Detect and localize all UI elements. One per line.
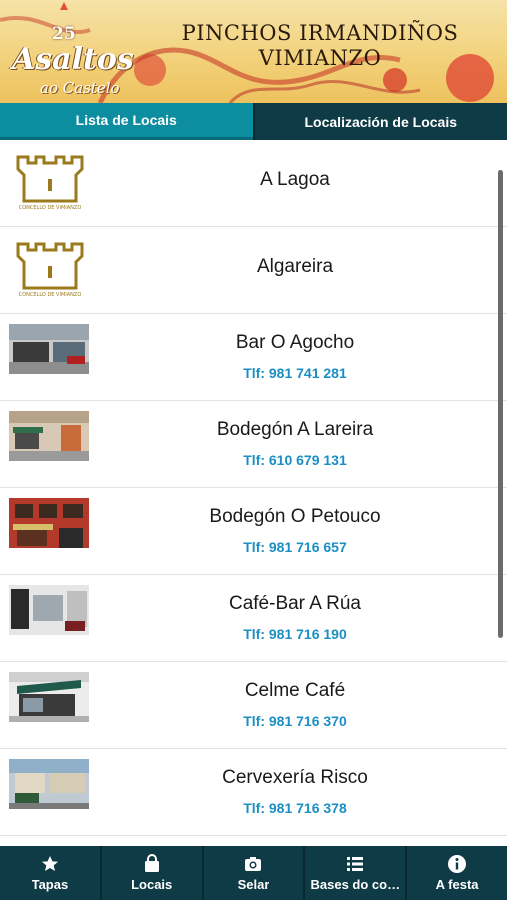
list-item-bar-o-agocho[interactable]: Bar O Agocho Tlf: 981 741 281: [0, 315, 507, 401]
locale-name: Bodegón A Lareira: [216, 419, 374, 440]
banner-title-line-1: PINCHOS IRMANDIÑOS: [181, 21, 459, 45]
storefront-photo-icon: [9, 759, 89, 809]
storefront-photo-icon: [9, 672, 89, 722]
logo-anniversary-number: 25: [52, 24, 76, 44]
tab-lista-de-locais[interactable]: Lista de Locais: [0, 103, 253, 140]
list-icon: [347, 857, 364, 871]
svg-text:CONCELLO DE VIMIANZO: CONCELLO DE VIMIANZO: [19, 292, 82, 298]
star-icon: [41, 856, 58, 871]
locale-phone[interactable]: Tlf: 981 716 657: [90, 539, 500, 555]
locale-phone[interactable]: Tlf: 610 679 131: [90, 452, 500, 468]
banner-title: PINCHOS IRMANDIÑOS VIMIANZO: [170, 21, 470, 71]
locale-phone[interactable]: Tlf: 981 716 190: [90, 626, 500, 642]
logo-title: Asaltos: [12, 42, 134, 77]
list-item-cervexeria-risco[interactable]: Cervexería Risco Tlf: 981 716 378: [0, 750, 507, 836]
list-item-bodegon-o-petouco[interactable]: Bodegón O Petouco Tlf: 981 716 657: [0, 489, 507, 575]
concello-logo-icon: CONCELLO DE VIMIANZO: [16, 242, 84, 298]
list-item-partial[interactable]: [0, 837, 507, 846]
nav-label: A festa: [435, 877, 479, 892]
list-item-celme-cafe[interactable]: Celme Café Tlf: 981 716 370: [0, 663, 507, 749]
camera-icon: [245, 857, 262, 871]
tab-localizacion-de-locais[interactable]: Localización de Locais: [252, 103, 507, 140]
header-banner: 25 Asaltos ao Castelo PINCHOS IRMANDIÑOS…: [0, 0, 507, 103]
nav-label: Tapas: [31, 877, 69, 892]
svg-text:CONCELLO DE VIMIANZO: CONCELLO DE VIMIANZO: [19, 205, 82, 211]
list-item-bodegon-a-lareira[interactable]: Bodegón A Lareira Tlf: 610 679 131: [0, 402, 507, 488]
nav-bases-do-concurso[interactable]: Bases do co…: [305, 846, 408, 900]
storefront-photo-icon: [9, 411, 89, 461]
bag-icon: [144, 854, 159, 872]
nav-a-festa[interactable]: A festa: [407, 846, 507, 900]
list-item-algareira[interactable]: CONCELLO DE VIMIANZO Algareira: [0, 228, 507, 314]
list-item-cafe-bar-a-rua[interactable]: Café-Bar A Rúa Tlf: 981 716 190: [0, 576, 507, 662]
banner-title-line-2: VIMIANZO: [258, 46, 382, 70]
locale-phone[interactable]: Tlf: 981 716 370: [90, 713, 500, 729]
nav-locais[interactable]: Locais: [102, 846, 204, 900]
info-icon: [448, 855, 467, 873]
view-tabs: Lista de Locais Localización de Locais: [0, 103, 507, 140]
nav-label: Bases do co…: [310, 877, 401, 892]
locale-name: Celme Café: [244, 680, 346, 701]
storefront-photo-icon: [9, 324, 89, 374]
nav-label: Selar: [237, 877, 270, 892]
nav-label: Locais: [131, 877, 173, 892]
logo-subtitle: ao Castelo: [40, 79, 120, 97]
locale-phone[interactable]: Tlf: 981 741 281: [90, 365, 500, 381]
list-item-a-lagoa[interactable]: CONCELLO DE VIMIANZO A Lagoa: [0, 141, 507, 227]
bottom-navigation: Tapas Locais Selar Bases do co… A festa: [0, 846, 507, 900]
nav-selar[interactable]: Selar: [204, 846, 306, 900]
locale-name: A Lagoa: [260, 169, 330, 190]
locale-name: Cervexería Risco: [222, 767, 368, 788]
storefront-photo-icon: [9, 585, 89, 635]
locale-name: Bodegón O Petouco: [209, 506, 381, 527]
locale-name: Bar O Agocho: [235, 332, 355, 353]
concello-logo-icon: CONCELLO DE VIMIANZO: [16, 155, 84, 211]
list-scrollbar[interactable]: [498, 170, 503, 638]
locales-list[interactable]: CONCELLO DE VIMIANZO A Lagoa CONCELLO DE…: [0, 141, 507, 846]
locale-phone[interactable]: Tlf: 981 716 378: [90, 800, 500, 816]
storefront-photo-icon: [9, 498, 89, 548]
locale-name: Café-Bar A Rúa: [228, 593, 362, 614]
locale-name: Algareira: [256, 256, 334, 277]
nav-tapas[interactable]: Tapas: [0, 846, 102, 900]
